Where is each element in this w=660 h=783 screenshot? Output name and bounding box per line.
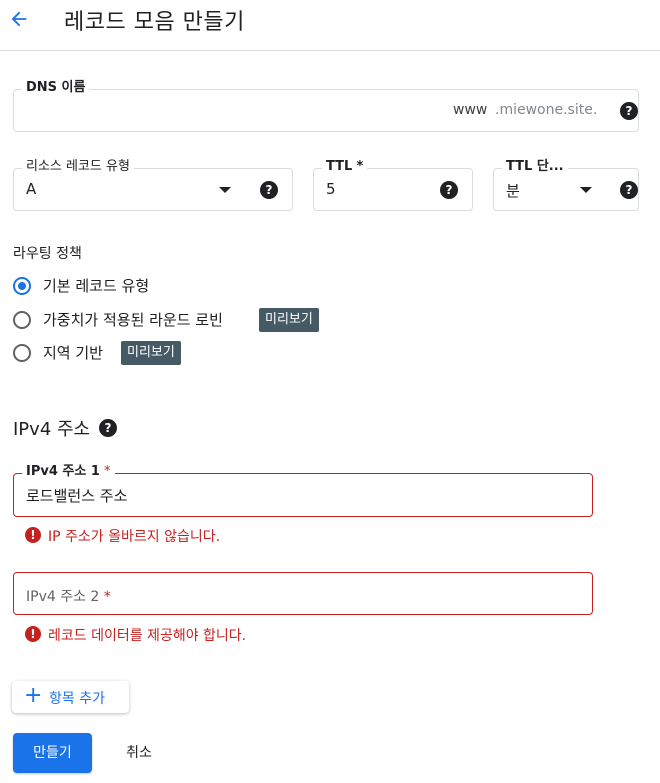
ipv4-address-1-value: 로드밸런스 주소 [26,487,128,505]
ttl-field[interactable]: TTL * 5 ? [313,158,473,211]
ipv4-address-2-error: 레코드 데이터를 제공해야 합니다. [48,628,247,644]
add-item-label: 항목 추가 [49,691,105,707]
ipv4-address-1-label: IPv4 주소 1 * [22,463,115,481]
ttl-unit-label: TTL 단... [502,158,568,176]
ttl-label: TTL * [322,158,368,176]
radio-button[interactable] [13,344,31,362]
routing-policy-label: 라우팅 정책 [13,246,82,262]
ipv4-address-2-field[interactable]: IPv4 주소 2 * [13,572,593,615]
page-title: 레코드 모음 만들기 [64,10,245,35]
create-button[interactable]: 만들기 [13,733,92,773]
radio-label: 가중치가 적용된 라운드 로빈 [43,311,223,329]
help-icon[interactable]: ? [99,419,117,437]
radio-button-checked[interactable] [13,277,31,295]
radio-button[interactable] [13,311,31,329]
error-icon: ! [25,527,41,543]
ttl-value: 5 [326,180,336,198]
error-icon: ! [25,626,41,642]
resource-type-label: 리소스 레코드 유형 [22,158,134,176]
preview-badge: 미리보기 [121,341,181,365]
back-arrow-icon[interactable] [8,8,30,30]
cancel-button[interactable]: 취소 [110,733,168,773]
ttl-unit-value: 분 [506,182,520,200]
radio-option-geo[interactable]: 지역 기반 미리보기 [13,341,213,365]
dropdown-arrow-icon [219,187,231,193]
preview-badge: 미리보기 [259,308,319,332]
dns-name-field[interactable]: DNS 이름 www .miewone.site. ? [13,79,639,132]
dns-name-label: DNS 이름 [22,79,90,97]
dns-prefix: www [453,102,488,118]
ipv4-address-1-field[interactable]: IPv4 주소 1 * 로드밸런스 주소 [13,463,593,517]
radio-option-default[interactable]: 기본 레코드 유형 [13,275,313,297]
resource-type-value: A [26,180,37,198]
ttl-unit-select[interactable]: TTL 단... 분 ? [493,158,639,211]
resource-type-select[interactable]: 리소스 레코드 유형 A ? [13,158,293,211]
help-icon[interactable]: ? [260,181,278,199]
radio-label: 기본 레코드 유형 [43,277,150,295]
ipv4-address-2-placeholder: IPv4 주소 2 * [26,589,111,605]
plus-icon: + [24,683,43,708]
help-icon[interactable]: ? [440,181,458,199]
dropdown-arrow-icon [580,187,592,193]
ipv4-heading: IPv4 주소 [13,419,91,440]
help-icon[interactable]: ? [620,181,638,199]
radio-option-weighted[interactable]: 가중치가 적용된 라운드 로빈 미리보기 [13,308,343,332]
radio-label: 지역 기반 [43,344,103,362]
dns-suffix: .miewone.site. [495,102,598,118]
page-header: 레코드 모음 만들기 [0,0,660,51]
help-icon[interactable]: ? [620,102,638,120]
ipv4-address-1-error: IP 주소가 올바르지 않습니다. [48,529,221,545]
add-item-button[interactable]: + 항목 추가 [12,681,129,713]
